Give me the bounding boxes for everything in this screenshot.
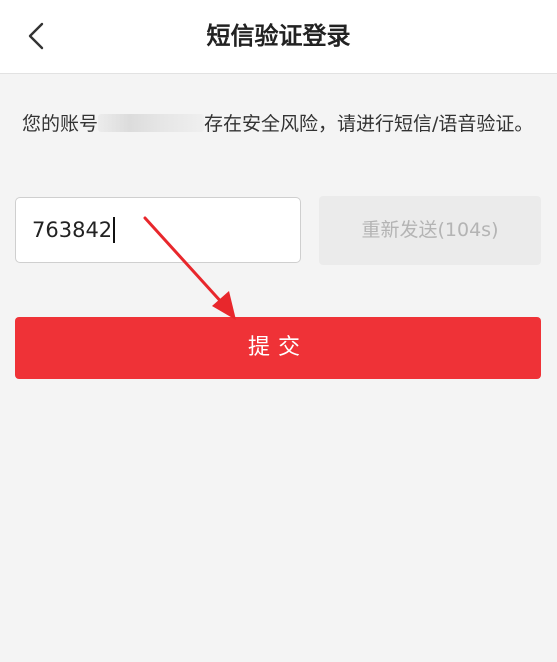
top-bar: 短信验证登录 <box>0 0 557 74</box>
submit-button[interactable]: 提交 <box>15 317 541 379</box>
resend-button[interactable]: 重新发送(104s) <box>319 196 541 265</box>
verification-code-input[interactable]: 763842 <box>15 197 301 263</box>
text-cursor <box>113 217 116 243</box>
notice-prefix: 您的账号 <box>22 113 99 135</box>
page-title: 短信验证登录 <box>206 22 351 50</box>
masked-account-number <box>98 114 205 132</box>
code-value: 763842 <box>32 218 113 242</box>
notice-suffix: 存在安全风险，请进行短信/语音验证。 <box>204 113 534 135</box>
security-notice: 您的账号 存在安全风险，请进行短信/语音验证。 <box>22 108 537 140</box>
